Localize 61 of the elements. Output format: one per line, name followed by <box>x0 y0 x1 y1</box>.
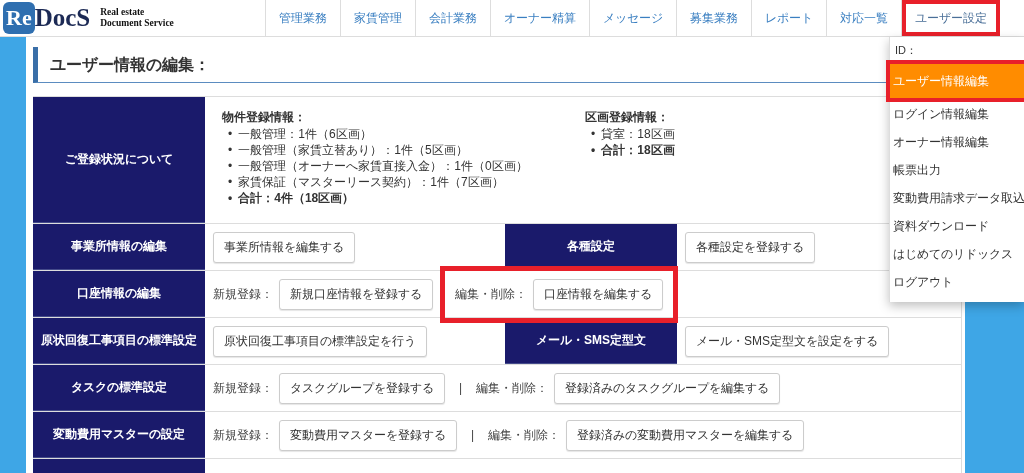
list-item: 一般管理：1件（6区画） <box>238 126 372 142</box>
list-item: 一般管理（家賃立替あり）：1件（5区画） <box>238 142 468 158</box>
logo-tagline: Document Service <box>100 18 174 29</box>
list-item: 合計：4件（18区画） <box>238 190 355 206</box>
nav-tab[interactable]: 募集業務 <box>676 0 751 36</box>
nav-tab[interactable]: ユーザー設定 <box>901 0 1000 36</box>
list-item: 貸室：18区画 <box>601 126 675 142</box>
bullet-text: • <box>228 158 233 174</box>
action-label: 新規登録： <box>213 285 273 303</box>
nav-tab[interactable]: レポート <box>751 0 826 36</box>
row-header: タスクの標準設定 <box>33 365 205 411</box>
bullet-text: • <box>228 190 233 206</box>
action-label: 編集・削除： <box>476 379 549 397</box>
row-header: ご登録状況について <box>33 97 205 223</box>
menu-item[interactable]: ログイン情報編集 <box>890 100 1024 128</box>
row-header: 事業所情報の編集 <box>33 224 205 270</box>
nav-tab[interactable]: 対応一覧 <box>826 0 901 36</box>
action-button[interactable]: 登録済みの変動費用マスターを編集する <box>566 419 805 451</box>
action-label: 編集・削除： <box>455 285 527 303</box>
nav-tab[interactable]: メッセージ <box>589 0 676 36</box>
logo-mark: Re <box>3 2 35 34</box>
bullet-text: • <box>228 174 233 190</box>
logo-tagline: Real estate <box>100 7 146 18</box>
menu-item[interactable]: 資料ダウンロード <box>890 212 1024 240</box>
action-button[interactable]: 原状回復工事項目の標準設定を行う <box>213 325 427 357</box>
action-button[interactable]: 新規口座情報を登録する <box>279 278 433 310</box>
menu-item[interactable]: 変動費用請求データ取込 <box>890 184 1024 212</box>
bullet-text: • <box>591 142 596 158</box>
list-item: 家賃保証（マスターリース契約）：1件（7区画） <box>238 174 504 190</box>
action-label: 新規登録： <box>213 379 273 397</box>
menu-item[interactable]: ログアウト <box>890 268 1024 296</box>
nav-tab[interactable]: 家賃管理 <box>340 0 415 36</box>
menu-item[interactable]: オーナー情報編集 <box>890 128 1024 156</box>
list-item: 合計：18区画 <box>601 142 675 158</box>
action-label: 新規登録： <box>213 426 273 444</box>
action-button[interactable]: メール・SMS定型文を設定をする <box>685 325 889 357</box>
section-title: 物件登録情報： <box>222 109 306 125</box>
row-header: 変動費用マスターの設定 <box>33 412 205 458</box>
action-button[interactable]: 口座情報を編集する <box>533 278 663 310</box>
list-item: 一般管理（オーナーへ家賃直接入金）：1件（0区画） <box>238 158 528 174</box>
row-header: 口座情報の編集 <box>33 271 205 317</box>
bullet-text: • <box>228 142 233 158</box>
menu-item[interactable]: 帳票出力 <box>890 156 1024 184</box>
section-title: 区画登録情報： <box>585 109 669 125</box>
logo-name: DocS <box>34 4 91 32</box>
nav-tab[interactable]: 管理業務 <box>265 0 340 36</box>
action-button[interactable]: 変動費用マスターを登録する <box>279 419 457 451</box>
bullet-text: • <box>228 126 233 142</box>
nav-tab[interactable]: 会計業務 <box>415 0 490 36</box>
action-button[interactable]: 事業所情報を編集する <box>213 231 355 263</box>
bullet-text: • <box>591 126 596 142</box>
action-button[interactable]: 各種設定を登録する <box>685 231 815 263</box>
separator-text: | <box>471 428 475 442</box>
separator-text: | <box>459 381 463 395</box>
menu-item[interactable]: はじめてのリドックス <box>890 240 1024 268</box>
action-button[interactable]: タスクグループを登録する <box>279 372 445 404</box>
action-label: 編集・削除： <box>488 426 561 444</box>
user-id-label: ID： <box>894 43 918 58</box>
action-button[interactable]: 登録済みのタスクグループを編集する <box>554 372 781 404</box>
row-header: 原状回復工事項目の標準設定 <box>33 318 205 364</box>
nav-tab[interactable]: オーナー精算 <box>490 0 589 36</box>
